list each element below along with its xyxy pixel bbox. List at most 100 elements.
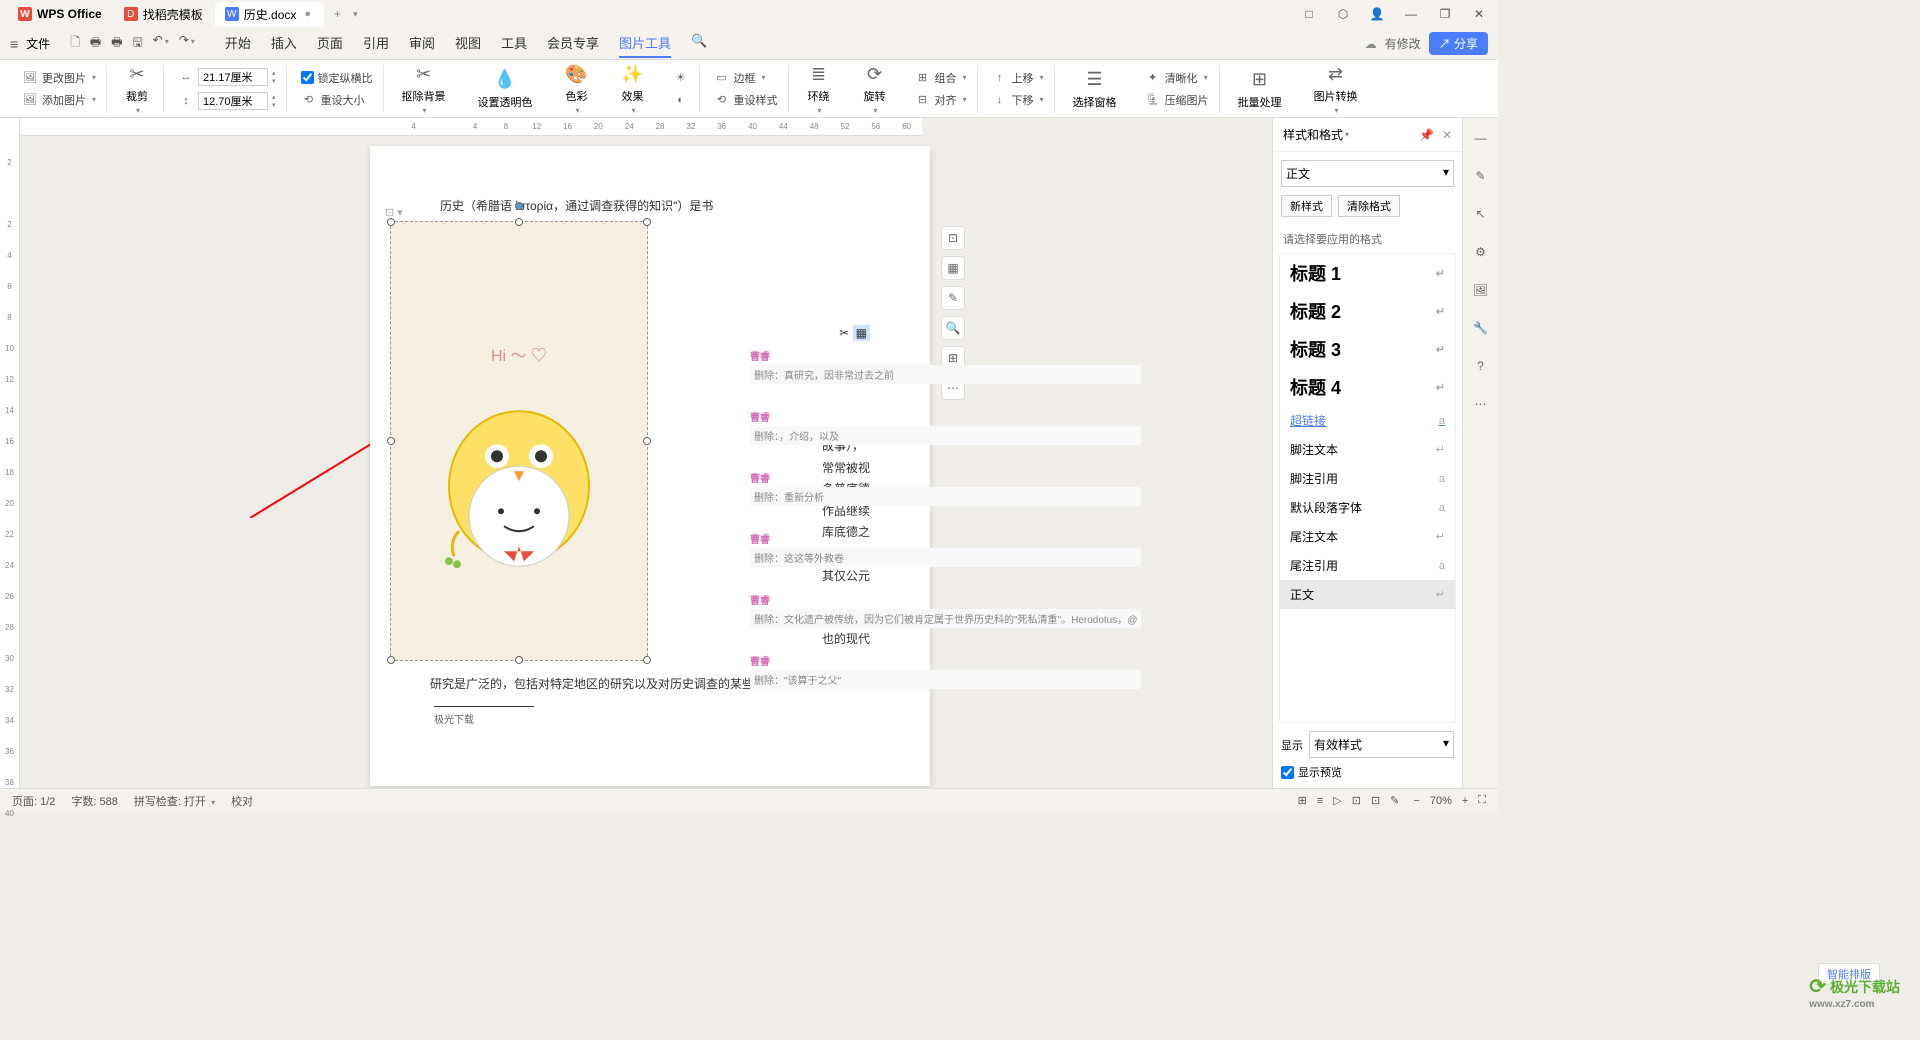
win-cube-icon[interactable]: ⬡ bbox=[1332, 3, 1354, 25]
resize-handle-t[interactable] bbox=[515, 218, 523, 226]
convert-button[interactable]: ⇄图片转换▾ bbox=[1306, 58, 1366, 119]
tab-page[interactable]: 页面 bbox=[317, 29, 343, 58]
change-picture-button[interactable]: 🖼更改图片▾ bbox=[18, 68, 100, 88]
brightness-button[interactable]: ☀ bbox=[669, 68, 693, 88]
view-icon-3[interactable]: ▷ bbox=[1333, 794, 1341, 807]
style-item[interactable]: 标题 4↵ bbox=[1280, 368, 1455, 406]
undo-icon[interactable]: ↶▾ bbox=[153, 33, 169, 54]
tab-member[interactable]: 会员专享 bbox=[547, 29, 599, 58]
reset-style-button[interactable]: ⟲重设样式 bbox=[710, 90, 782, 110]
rotate-button[interactable]: ⟳旋转▾ bbox=[855, 58, 895, 119]
float-tool-style[interactable]: ▦ bbox=[941, 256, 965, 280]
style-item[interactable]: 标题 2↵ bbox=[1280, 292, 1455, 330]
clear-format-button[interactable]: 清除格式 bbox=[1338, 195, 1400, 217]
compress-button[interactable]: 🗜压缩图片 bbox=[1141, 90, 1213, 110]
proof-status[interactable]: 校对 bbox=[231, 793, 253, 809]
remove-bg-button[interactable]: ✂抠除背景▾ bbox=[394, 58, 454, 119]
wrap-button[interactable]: ≣环绕▾ bbox=[799, 58, 839, 119]
select-pane-button[interactable]: ☰选择窗格 bbox=[1065, 64, 1125, 114]
page-indicator[interactable]: 页面: 1/2 bbox=[12, 793, 55, 809]
search-icon[interactable]: 🔍 bbox=[691, 29, 707, 58]
new-style-button[interactable]: 新样式 bbox=[1281, 195, 1332, 217]
comment-item[interactable]: 曹睿删除：，介绍，以及 bbox=[750, 409, 1141, 445]
style-item[interactable]: 正文↵ bbox=[1280, 580, 1455, 609]
style-item[interactable]: 尾注文本↵ bbox=[1280, 522, 1455, 551]
contrast-button[interactable]: ◐ bbox=[669, 90, 693, 110]
style-item[interactable]: 标题 3↵ bbox=[1280, 330, 1455, 368]
panel-close-icon[interactable]: ✕ bbox=[1442, 128, 1452, 142]
hamburger-icon[interactable]: ≡ bbox=[10, 36, 18, 52]
float-tool-zoom[interactable]: 🔍 bbox=[941, 316, 965, 340]
border-button[interactable]: ▭边框▾ bbox=[710, 68, 782, 88]
print-icon[interactable]: 🖶 bbox=[90, 33, 101, 54]
resize-handle-br[interactable] bbox=[643, 656, 651, 664]
new-tab-button[interactable]: + bbox=[326, 7, 349, 21]
file-menu[interactable]: 文件 bbox=[26, 35, 50, 52]
show-filter-select[interactable]: 有效样式▾ bbox=[1309, 731, 1454, 758]
crop-button[interactable]: ✂裁剪▾ bbox=[117, 58, 157, 119]
style-item[interactable]: 脚注引用a bbox=[1280, 464, 1455, 493]
more-icon[interactable]: ⋯ bbox=[1471, 394, 1491, 414]
resize-handle-bl[interactable] bbox=[387, 656, 395, 664]
align-button[interactable]: ⊟对齐▾ bbox=[911, 90, 971, 110]
win-minimize-icon[interactable]: — bbox=[1400, 3, 1422, 25]
style-item[interactable]: 尾注引用a bbox=[1280, 551, 1455, 580]
tab-template[interactable]: D 找稻壳模板 bbox=[114, 2, 213, 27]
comment-item[interactable]: 曹睿删除：文化遗产被传统，因为它们被肯定属于世界历史科的"死私清重"。Herod… bbox=[750, 592, 1141, 628]
comment-item[interactable]: 曹睿删除：真研究，因非常过去之前 bbox=[750, 348, 1141, 384]
view-icon-2[interactable]: ≡ bbox=[1317, 795, 1323, 807]
new-icon[interactable]: 🗋 bbox=[70, 33, 80, 54]
zoom-fit-icon[interactable]: ⛶ bbox=[1478, 794, 1486, 807]
wrench-icon[interactable]: 🔧 bbox=[1471, 318, 1491, 338]
current-style-select[interactable]: 正文▾ bbox=[1281, 160, 1454, 187]
pen-icon[interactable]: ✎ bbox=[1471, 166, 1491, 186]
add-picture-button[interactable]: 🖼添加图片▾ bbox=[18, 90, 100, 110]
group-button[interactable]: ⊞组合▾ bbox=[911, 68, 971, 88]
style-item[interactable]: 标题 1↵ bbox=[1280, 254, 1455, 292]
set-transparent-button[interactable]: 💧设置透明色 bbox=[470, 64, 541, 114]
resize-handle-b[interactable] bbox=[515, 656, 523, 664]
paragraph-marker-icon[interactable]: ⊡ ▾ bbox=[385, 206, 403, 219]
reset-size-button[interactable]: ⟲重设大小 bbox=[297, 90, 377, 110]
tab-picture-tools[interactable]: 图片工具 bbox=[619, 29, 671, 58]
settings-icon[interactable]: ⚙ bbox=[1471, 242, 1491, 262]
share-button[interactable]: ↗ 分享 bbox=[1429, 32, 1488, 55]
cursor-icon[interactable]: ↖ bbox=[1471, 204, 1491, 224]
style-item[interactable]: 默认段落字体a bbox=[1280, 493, 1455, 522]
tab-view[interactable]: 视图 bbox=[455, 29, 481, 58]
collapse-icon[interactable]: — bbox=[1471, 128, 1491, 148]
resize-handle-l[interactable] bbox=[387, 437, 395, 445]
tab-insert[interactable]: 插入 bbox=[271, 29, 297, 58]
style-item[interactable]: 超链接a bbox=[1280, 406, 1455, 435]
comment-item[interactable]: 曹睿删除："该算于之父" bbox=[750, 653, 1141, 689]
win-panel-icon[interactable]: □ bbox=[1298, 3, 1320, 25]
view-icon-5[interactable]: ⊡ bbox=[1371, 794, 1380, 807]
zoom-level[interactable]: 70% bbox=[1430, 795, 1452, 807]
resize-handle-tl[interactable] bbox=[387, 218, 395, 226]
float-tool-layout[interactable]: ⊡ bbox=[941, 226, 965, 250]
comment-item[interactable]: 曹睿删除：重新分析 bbox=[750, 470, 1141, 506]
move-up-button[interactable]: ↑上移▾ bbox=[988, 68, 1048, 88]
image-icon[interactable]: 🖼 bbox=[1471, 280, 1491, 300]
resize-handle-r[interactable] bbox=[643, 437, 651, 445]
help-icon[interactable]: ? bbox=[1471, 356, 1491, 376]
tab-list-button[interactable]: ▾ bbox=[349, 9, 362, 20]
effect-button[interactable]: ✨效果▾ bbox=[613, 58, 653, 119]
rotate-handle[interactable] bbox=[515, 202, 523, 210]
tab-tools[interactable]: 工具 bbox=[501, 29, 527, 58]
win-maximize-icon[interactable]: ❐ bbox=[1434, 3, 1456, 25]
tab-document[interactable]: W 历史.docx ● bbox=[215, 2, 324, 27]
view-icon-1[interactable]: ⊞ bbox=[1298, 794, 1307, 807]
tab-review[interactable]: 审阅 bbox=[409, 29, 435, 58]
app-tab[interactable]: W WPS Office bbox=[8, 3, 112, 25]
move-down-button[interactable]: ↓下移▾ bbox=[988, 90, 1048, 110]
save-icon[interactable]: 🖫 bbox=[133, 33, 143, 54]
print-preview-icon[interactable]: 🖶 bbox=[111, 33, 122, 54]
comment-item[interactable]: 曹睿删除：这这等外教卷 bbox=[750, 531, 1141, 567]
lock-ratio-checkbox[interactable]: 锁定纵横比 bbox=[297, 68, 377, 88]
zoom-in-button[interactable]: + bbox=[1458, 795, 1472, 807]
pin-icon[interactable]: 📌 bbox=[1419, 128, 1434, 142]
view-icon-4[interactable]: ⊡ bbox=[1352, 794, 1361, 807]
resize-handle-tr[interactable] bbox=[643, 218, 651, 226]
win-close-icon[interactable]: ✕ bbox=[1468, 3, 1490, 25]
